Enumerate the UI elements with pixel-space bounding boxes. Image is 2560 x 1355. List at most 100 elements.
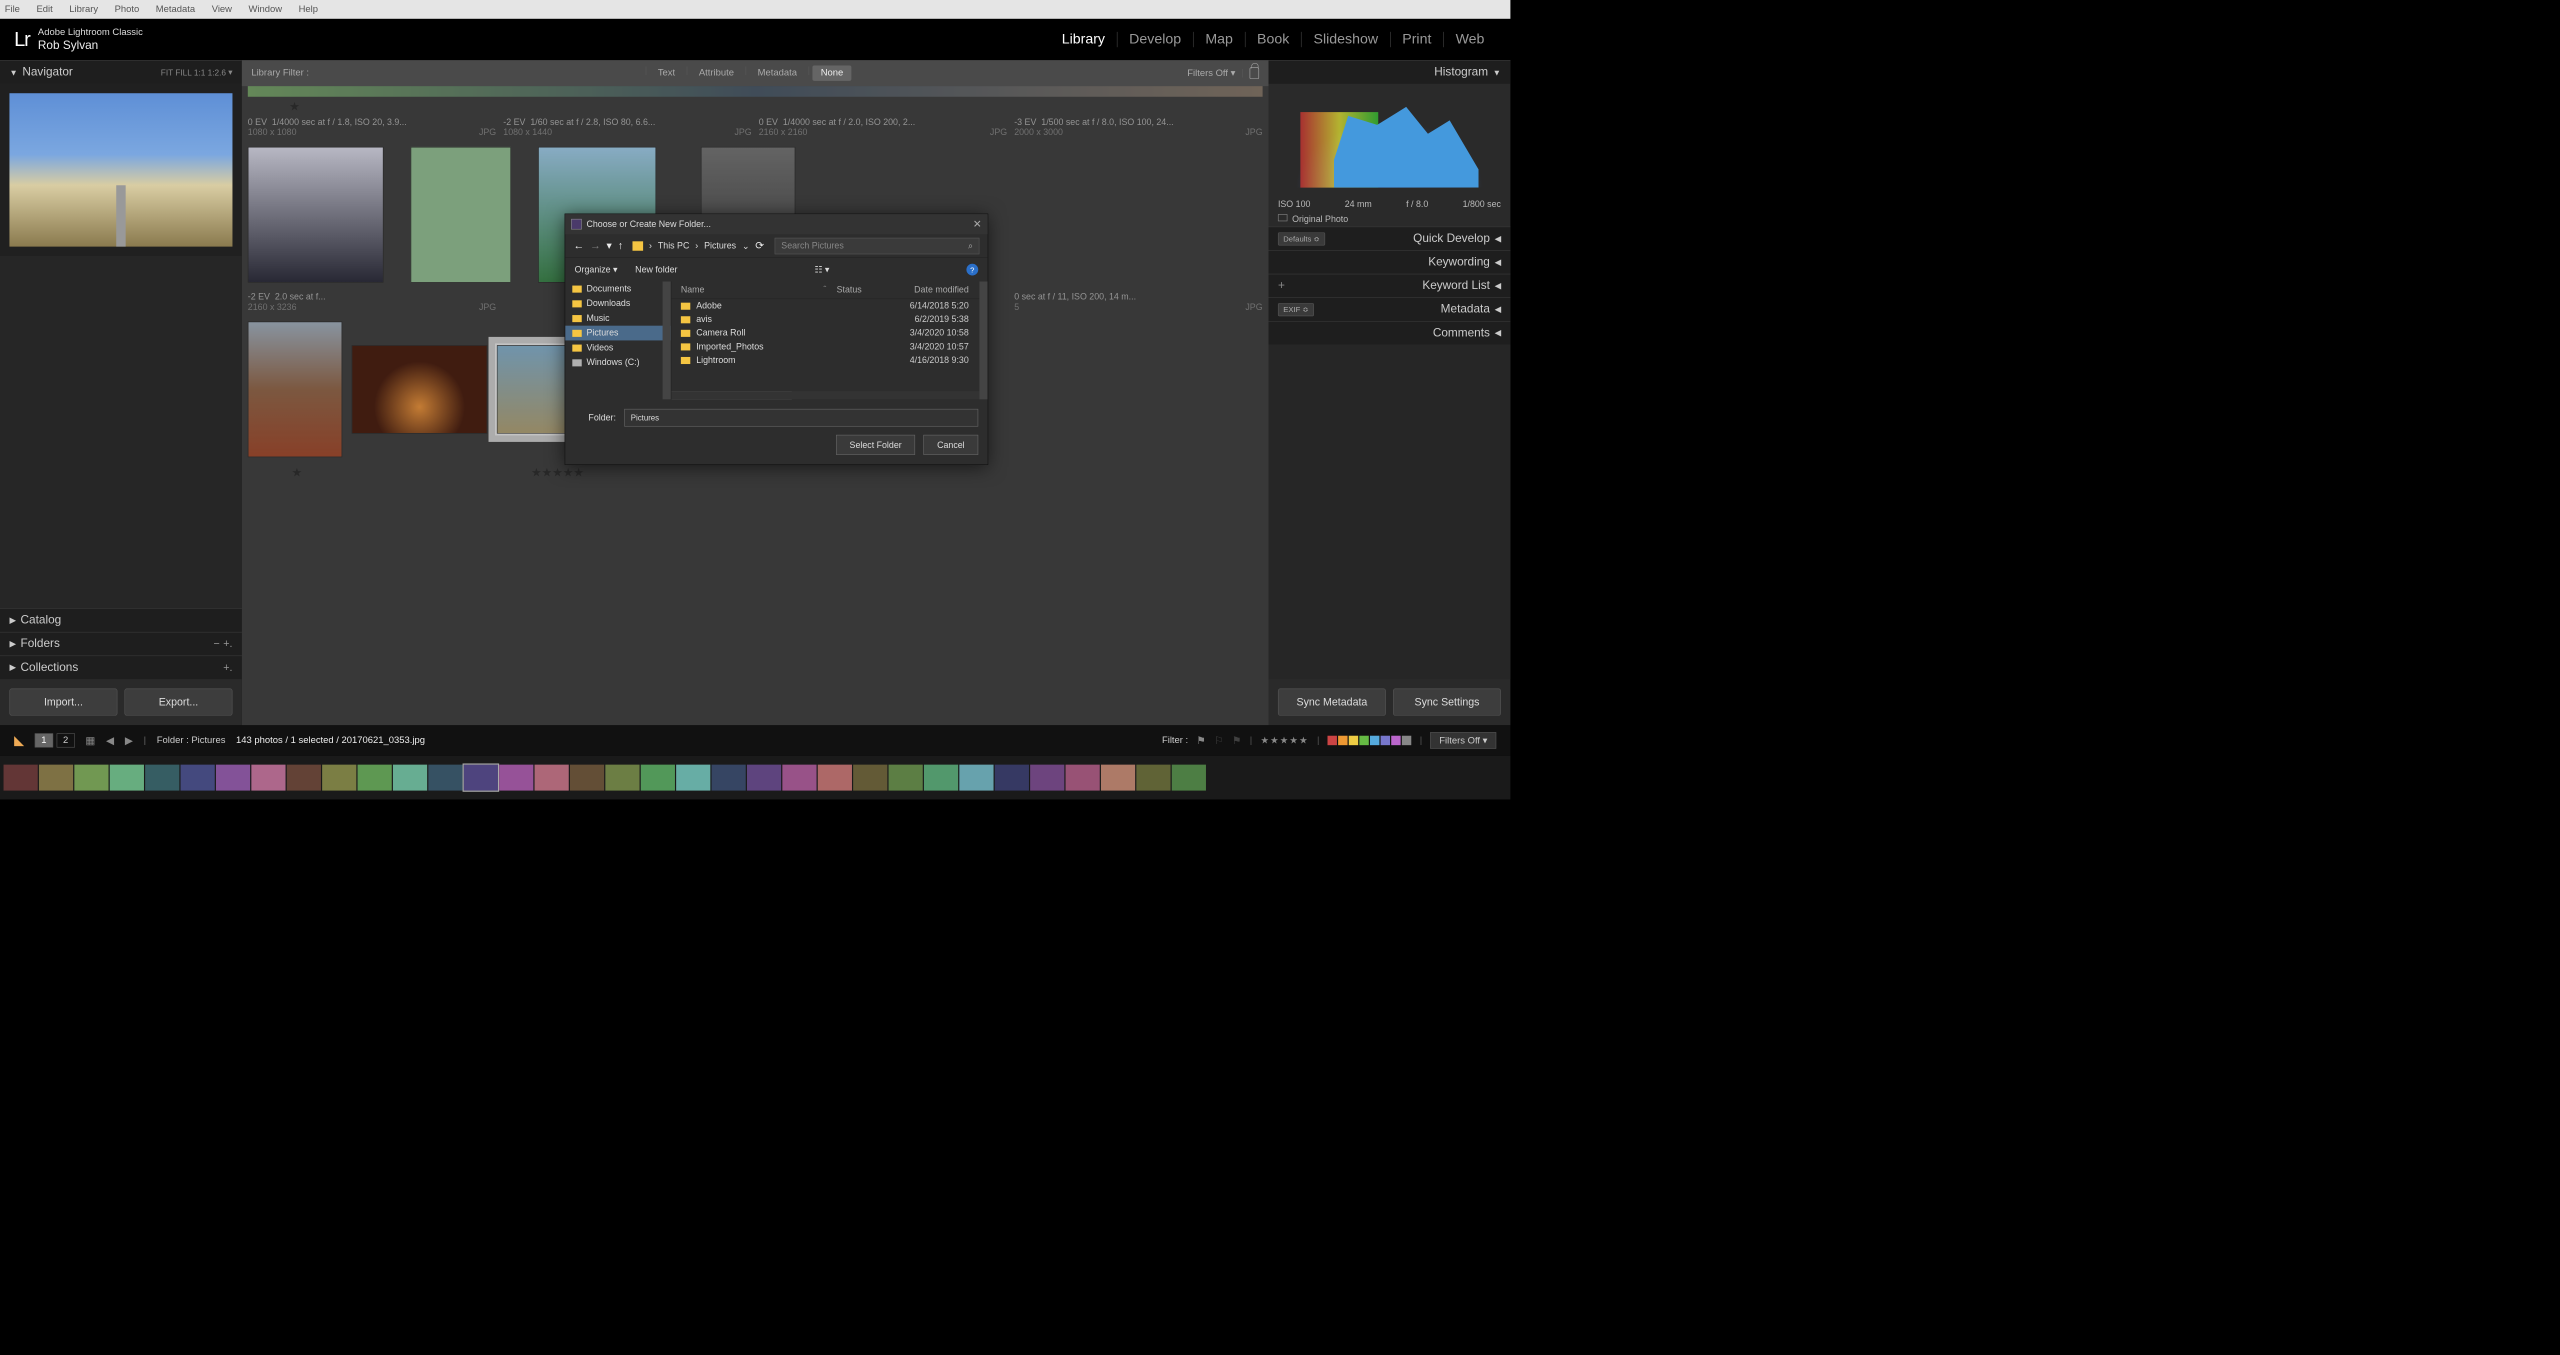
- filmstrip-thumb[interactable]: [4, 765, 38, 791]
- module-map[interactable]: Map: [1194, 31, 1245, 48]
- quick-develop-header[interactable]: Defaults ≎ Quick Develop ◀: [1269, 227, 1511, 251]
- grid-photo[interactable]: [411, 147, 511, 283]
- comments-header[interactable]: Comments ◀: [1269, 321, 1511, 345]
- filters-off-dropdown[interactable]: Filters Off ▾: [1187, 67, 1235, 79]
- exif-select[interactable]: EXIF ≎: [1278, 303, 1314, 316]
- new-folder-button[interactable]: New folder: [635, 265, 677, 275]
- breadcrumb-leaf[interactable]: Pictures: [704, 241, 736, 251]
- filmstrip-thumb[interactable]: [853, 765, 887, 791]
- filmstrip-thumb[interactable]: [428, 765, 462, 791]
- filmstrip-thumb[interactable]: [818, 765, 852, 791]
- filmstrip-thumb[interactable]: [889, 765, 923, 791]
- filmstrip-thumb[interactable]: [358, 765, 392, 791]
- list-item[interactable]: avis6/2/2019 5:38: [671, 313, 987, 327]
- close-icon[interactable]: ✕: [973, 218, 982, 230]
- forward-icon[interactable]: →: [590, 240, 601, 252]
- help-icon[interactable]: ?: [966, 264, 978, 276]
- module-web[interactable]: Web: [1444, 31, 1496, 48]
- lock-icon[interactable]: [1250, 67, 1259, 79]
- filmstrip-thumb[interactable]: [1101, 765, 1135, 791]
- filmstrip-thumb[interactable]: [924, 765, 958, 791]
- list-item[interactable]: Lightroom4/16/2018 9:30: [671, 353, 987, 367]
- address-dropdown-icon[interactable]: ⌄: [742, 240, 749, 251]
- filmstrip-thumb[interactable]: [1066, 765, 1100, 791]
- module-develop[interactable]: Develop: [1117, 31, 1193, 48]
- filmstrip-thumb[interactable]: [216, 765, 250, 791]
- organize-menu[interactable]: Organize ▾: [575, 264, 618, 275]
- dialog-titlebar[interactable]: Choose or Create New Folder... ✕: [565, 214, 987, 234]
- folders-header[interactable]: ▶ Folders −+.: [0, 632, 242, 656]
- filmstrip-thumb[interactable]: [535, 765, 569, 791]
- go-back-icon[interactable]: ◀: [106, 734, 114, 746]
- menu-photo[interactable]: Photo: [115, 4, 140, 15]
- filmstrip-thumb[interactable]: [641, 765, 675, 791]
- flag-pick-icon[interactable]: ⚑: [1196, 734, 1206, 746]
- menu-edit[interactable]: Edit: [36, 4, 52, 15]
- metadata-header[interactable]: EXIF ≎ Metadata ◀: [1269, 297, 1511, 321]
- menu-view[interactable]: View: [212, 4, 232, 15]
- go-forward-icon[interactable]: ▶: [125, 734, 133, 746]
- navigator-preview[interactable]: [0, 84, 242, 256]
- identity-plate-icon[interactable]: ◣: [14, 733, 24, 748]
- import-button[interactable]: Import...: [9, 689, 117, 716]
- tree-item[interactable]: Videos: [565, 340, 671, 355]
- back-icon[interactable]: ←: [573, 240, 584, 252]
- filter-text[interactable]: Text: [650, 65, 684, 80]
- filmstrip-thumb[interactable]: [782, 765, 816, 791]
- grid-photo[interactable]: [248, 322, 342, 458]
- filmstrip-thumb[interactable]: [110, 765, 144, 791]
- navigator-header[interactable]: ▼ Navigator FIT FILL 1:1 1:2.6 ▾: [0, 60, 242, 84]
- filmstrip-thumb[interactable]: [995, 765, 1029, 791]
- tree-item[interactable]: Windows (C:): [565, 355, 671, 370]
- filmstrip-thumb[interactable]: [181, 765, 215, 791]
- filmstrip[interactable]: [0, 756, 1510, 800]
- filmstrip-thumb[interactable]: [1172, 765, 1206, 791]
- list-header[interactable]: Name ˆ Status Date modified: [671, 281, 987, 299]
- filmstrip-thumb[interactable]: [145, 765, 179, 791]
- grid-photo[interactable]: [248, 147, 384, 283]
- sync-metadata-button[interactable]: Sync Metadata: [1278, 689, 1386, 716]
- filter-attribute[interactable]: Attribute: [691, 65, 743, 80]
- folder-tree[interactable]: Documents Downloads Music Pictures Video…: [565, 281, 671, 399]
- keyword-list-header[interactable]: + Keyword List ◀: [1269, 274, 1511, 298]
- menu-library[interactable]: Library: [69, 4, 98, 15]
- collections-add[interactable]: +.: [223, 661, 232, 673]
- tree-item-selected[interactable]: Pictures: [565, 326, 671, 341]
- filmstrip-thumb[interactable]: [747, 765, 781, 791]
- filmstrip-thumb[interactable]: [959, 765, 993, 791]
- filmstrip-thumb[interactable]: [74, 765, 108, 791]
- filters-off-select[interactable]: Filters Off ▾: [1430, 732, 1496, 749]
- filmstrip-thumb[interactable]: [39, 765, 73, 791]
- select-folder-button[interactable]: Select Folder: [836, 435, 915, 455]
- defaults-select[interactable]: Defaults ≎: [1278, 232, 1325, 245]
- menu-file[interactable]: File: [5, 4, 20, 15]
- catalog-header[interactable]: ▶ Catalog: [0, 608, 242, 632]
- filmstrip-thumb[interactable]: [251, 765, 285, 791]
- module-slideshow[interactable]: Slideshow: [1302, 31, 1390, 48]
- export-button[interactable]: Export...: [124, 689, 232, 716]
- menu-metadata[interactable]: Metadata: [156, 4, 195, 15]
- up-icon[interactable]: ↑: [618, 240, 623, 252]
- filmstrip-thumb[interactable]: [570, 765, 604, 791]
- list-item[interactable]: Imported_Photos3/4/2020 10:57: [671, 340, 987, 354]
- tree-item[interactable]: Music: [565, 311, 671, 326]
- file-list[interactable]: Name ˆ Status Date modified Adobe6/14/20…: [671, 281, 987, 399]
- rating-filter[interactable]: ★★★★★: [1260, 735, 1308, 747]
- filmstrip-thumb[interactable]: [322, 765, 356, 791]
- color-label-filter[interactable]: [1328, 736, 1412, 745]
- navigator-zoom-options[interactable]: FIT FILL 1:1 1:2.6: [161, 68, 226, 77]
- filmstrip-thumb[interactable]: [287, 765, 321, 791]
- search-input[interactable]: Search Pictures ⌕: [775, 237, 980, 254]
- grid-view-icon[interactable]: ▦: [85, 734, 95, 746]
- filter-metadata[interactable]: Metadata: [749, 65, 805, 80]
- filmstrip-thumb[interactable]: [1030, 765, 1064, 791]
- sync-settings-button[interactable]: Sync Settings: [1393, 689, 1501, 716]
- list-item[interactable]: Adobe6/14/2018 5:20: [671, 299, 987, 313]
- filmstrip-thumb[interactable]: [499, 765, 533, 791]
- recent-chevron-icon[interactable]: ▾: [607, 240, 612, 252]
- filmstrip-thumb[interactable]: [605, 765, 639, 791]
- secondary-display-toggle[interactable]: 1 2: [35, 733, 75, 747]
- module-book[interactable]: Book: [1245, 31, 1301, 48]
- filmstrip-thumb[interactable]: [712, 765, 746, 791]
- filmstrip-thumb[interactable]: [393, 765, 427, 791]
